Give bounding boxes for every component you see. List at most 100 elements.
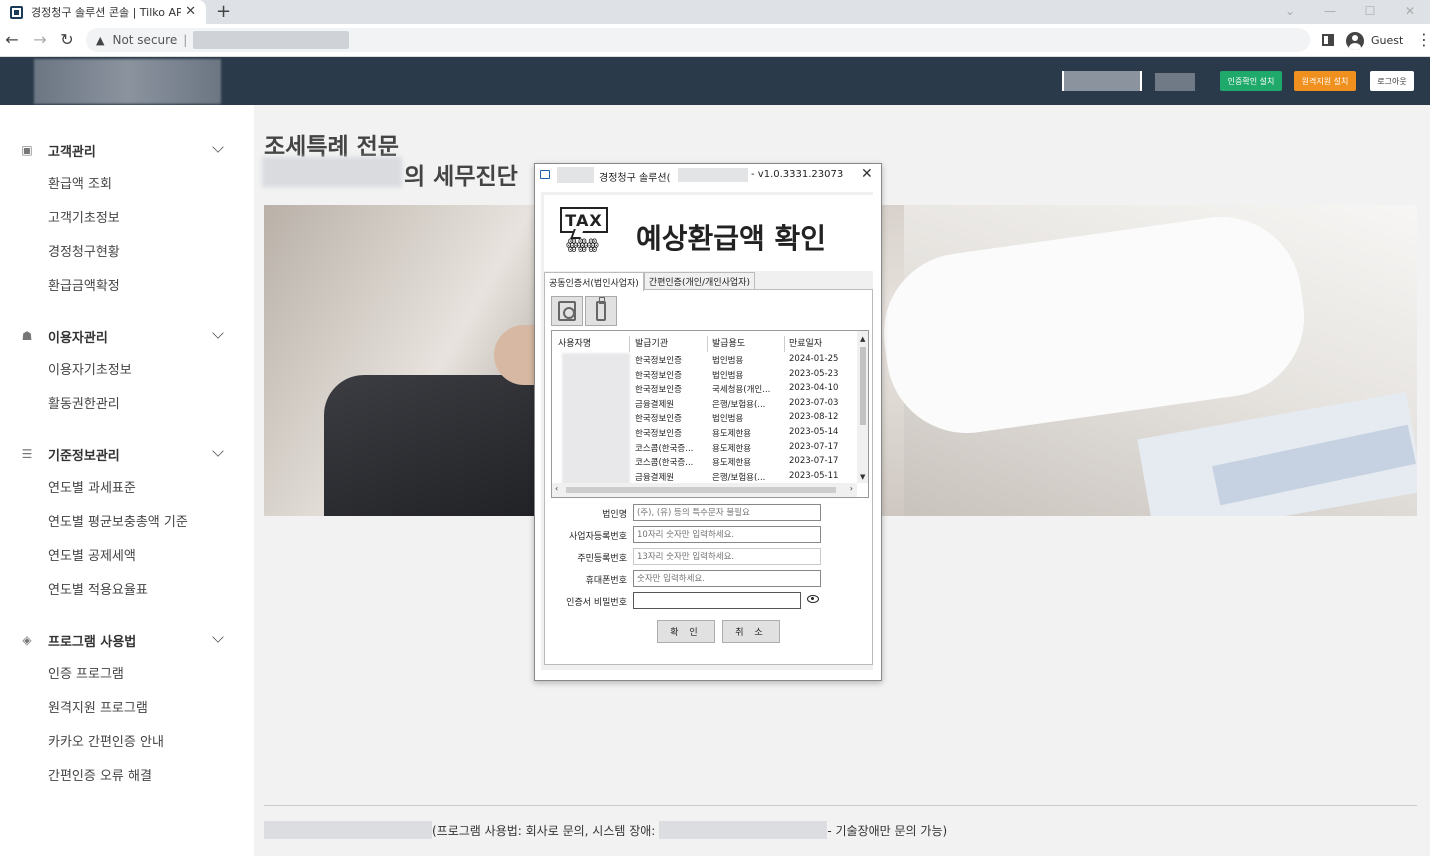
cert-usage: 법인범용 xyxy=(712,414,744,425)
footer-phone-redacted xyxy=(659,821,828,839)
cert-row[interactable]: 코스콤(한국증... 용도제한용 2023-07-17 xyxy=(552,455,857,470)
cert-row[interactable]: 금융결제원 은행/보험용(... 2023-07-03 xyxy=(552,397,857,412)
cert-row[interactable]: 한국정보인증 용도제한용 2023-05-14 xyxy=(552,426,857,441)
tab-close-icon[interactable]: ✕ xyxy=(185,4,196,19)
auth-tabs: 공동인증서(법인사업자) 간편인증(개인/개인사업자) xyxy=(544,272,755,291)
col-user[interactable]: 사용자명 xyxy=(558,336,591,349)
eye-icon[interactable] xyxy=(807,595,819,603)
tab-title: 경정청구 솔루션 콘솔 | Tilko API xyxy=(31,6,181,19)
menu-group-header[interactable]: ☗ 이용자관리 xyxy=(0,321,254,351)
cert-issuer: 금융결제원 xyxy=(635,472,675,483)
vertical-scrollbar[interactable]: ▲ ▼ xyxy=(857,331,868,483)
chevron-down-icon[interactable]: ⌄ xyxy=(1270,0,1310,22)
phone-input[interactable] xyxy=(633,570,821,587)
forward-icon[interactable]: → xyxy=(30,30,50,49)
scroll-thumb-h[interactable] xyxy=(566,487,836,493)
sidebar-item[interactable]: 원격지원 프로그램 xyxy=(0,689,254,723)
sidebar-item[interactable]: 이용자기초정보 xyxy=(0,351,254,385)
list-icon: ☰ xyxy=(21,447,33,461)
biz-no-input[interactable] xyxy=(633,526,821,543)
minimize-icon[interactable]: — xyxy=(1310,0,1350,22)
menu-group-standards: ☰ 기준정보관리 연도별 과세표준 연도별 평균보충총액 기준 연도별 공제세액… xyxy=(0,439,254,605)
address-bar[interactable]: ▲ Not secure | xyxy=(86,28,1310,52)
horizontal-scrollbar[interactable]: ‹ › xyxy=(552,483,857,497)
dialog-title: 경정청구 솔루션( xyxy=(599,173,671,184)
tab-joint-cert[interactable]: 공동인증서(법인사업자) xyxy=(544,272,644,291)
title-redacted xyxy=(262,157,402,187)
hard-disk-cert-button[interactable] xyxy=(551,296,583,326)
chevron-down-icon xyxy=(212,445,224,457)
sidebar-item[interactable]: 연도별 적용요율표 xyxy=(0,571,254,605)
corp-name-input[interactable] xyxy=(633,504,821,521)
remote-support-button[interactable]: 원격지원 설치 xyxy=(1294,71,1356,91)
scroll-up-icon[interactable]: ▲ xyxy=(860,335,865,343)
browser-tab[interactable]: 경정청구 솔루션 콘솔 | Tilko API ✕ xyxy=(0,0,206,24)
maximize-icon[interactable]: ☐ xyxy=(1350,0,1390,22)
new-tab-icon[interactable]: + xyxy=(216,1,231,22)
confirm-button[interactable]: 확 인 xyxy=(657,620,715,643)
menu-group-title: 기준정보관리 xyxy=(48,448,120,464)
dialog-version: - v1.0.3331.23073 xyxy=(751,169,844,180)
corp-name-label: 법인명 xyxy=(602,510,627,520)
menu-group-header[interactable]: ☰ 기준정보관리 xyxy=(0,439,254,469)
menu-group-users: ☗ 이용자관리 이용자기초정보 활동권한관리 xyxy=(0,321,254,419)
col-expiry[interactable]: 만료일자 xyxy=(789,336,822,349)
scroll-left-icon[interactable]: ‹ xyxy=(555,484,558,493)
sidebar-item[interactable]: 연도별 평균보충총액 기준 xyxy=(0,503,254,537)
sidebar-item[interactable]: 고객기초정보 xyxy=(0,199,254,233)
cert-row[interactable]: 한국정보인증 국세청용(개인... 2023-04-10 xyxy=(552,382,857,397)
cert-password-input[interactable] xyxy=(633,592,801,609)
cert-expiry: 2024-01-25 xyxy=(789,354,839,364)
sidebar-item[interactable]: 카카오 간편인증 안내 xyxy=(0,723,254,757)
sidebar-item[interactable]: 연도별 과세표준 xyxy=(0,469,254,503)
cert-row[interactable]: 한국정보인증 법인범용 2023-08-12 xyxy=(552,411,857,426)
rrn-input[interactable] xyxy=(633,548,821,565)
menu-group-header[interactable]: ▣ 고객관리 xyxy=(0,135,254,165)
scroll-down-icon[interactable]: ▼ xyxy=(860,473,865,481)
warning-icon: ▲ xyxy=(96,33,105,47)
tab-simple-auth[interactable]: 간편인증(개인/개인사업자) xyxy=(643,272,755,290)
back-icon[interactable]: ← xyxy=(2,30,22,49)
usb-cert-button[interactable] xyxy=(585,296,617,326)
col-usage[interactable]: 발급용도 xyxy=(712,336,745,349)
menu-group-title: 프로그램 사용법 xyxy=(48,634,137,650)
usb-icon xyxy=(596,297,606,321)
close-window-icon[interactable]: ✕ xyxy=(1390,0,1430,22)
reload-icon[interactable]: ↻ xyxy=(57,30,77,49)
phone-label: 휴대폰번호 xyxy=(585,576,627,586)
refund-check-dialog: 경정청구 솔루션( - v1.0.3331.23073 ✕ TAX ꙮꙮꙮ 예상… xyxy=(534,163,882,681)
sidebar-item[interactable]: 활동권한관리 xyxy=(0,385,254,419)
sidebar-item[interactable]: 경정청구현황 xyxy=(0,233,254,267)
cert-usage: 법인범용 xyxy=(712,370,744,381)
cert-usage: 법인범용 xyxy=(712,356,744,366)
dialog-titlebar[interactable]: 경정청구 솔루션( - v1.0.3331.23073 ✕ xyxy=(535,164,881,186)
cancel-button[interactable]: 취 소 xyxy=(722,620,780,643)
scroll-thumb[interactable] xyxy=(860,347,866,425)
cert-expiry: 2023-07-03 xyxy=(789,397,839,408)
cert-row[interactable]: 한국정보인증 법인범용 2024-01-25 xyxy=(552,353,857,368)
sidebar-item[interactable]: 연도별 공제세액 xyxy=(0,537,254,571)
user-info-redacted xyxy=(1062,71,1142,91)
menu-group-title: 이용자관리 xyxy=(48,330,108,346)
dialog-close-icon[interactable]: ✕ xyxy=(861,166,873,182)
chevron-down-icon xyxy=(212,141,224,153)
cert-install-button[interactable]: 인증확인 설치 xyxy=(1220,71,1282,91)
cert-usage: 은행/보험용(... xyxy=(712,399,766,410)
side-panel-icon[interactable] xyxy=(1322,34,1334,46)
scroll-right-icon[interactable]: › xyxy=(850,484,853,493)
title-redacted xyxy=(557,167,594,183)
sidebar-item[interactable]: 간편인증 오류 해결 xyxy=(0,757,254,791)
sidebar-item[interactable]: 인증 프로그램 xyxy=(0,655,254,689)
more-menu-icon[interactable]: ⋮ xyxy=(1416,30,1430,49)
sidebar-item[interactable]: 환급액 조회 xyxy=(0,165,254,199)
cert-row[interactable]: 한국정보인증 법인범용 2023-05-23 xyxy=(552,368,857,383)
col-issuer[interactable]: 발급기관 xyxy=(635,336,668,349)
footer-contact-text: (프로그램 사용법: 회사로 문의, 시스템 장애: xyxy=(432,823,656,838)
cert-list[interactable]: 사용자명 발급기관 발급용도 만료일자 한국정보인증 법인범용 2024-01-25… xyxy=(551,330,869,498)
sidebar-item[interactable]: 환급금액확정 xyxy=(0,267,254,301)
profile-button[interactable]: Guest xyxy=(1342,29,1408,52)
footer-note-text: - 기술장애만 문의 가능) xyxy=(827,823,948,838)
menu-group-header[interactable]: ◈ 프로그램 사용법 xyxy=(0,625,254,655)
logout-button[interactable]: 로그아웃 xyxy=(1370,71,1414,91)
cert-row[interactable]: 코스콤(한국증... 용도제한용 2023-07-17 xyxy=(552,441,857,456)
